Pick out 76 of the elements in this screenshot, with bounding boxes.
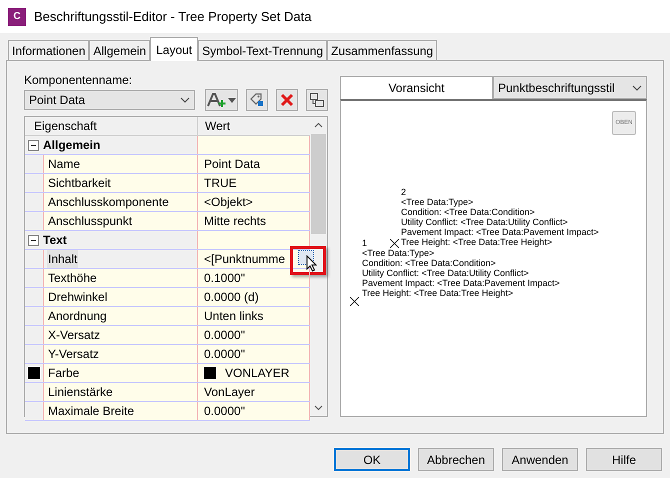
point-number: 2 bbox=[401, 187, 406, 197]
group-title: Allgemein bbox=[43, 137, 100, 154]
collapse-toggle[interactable] bbox=[28, 234, 39, 246]
component-dropdown[interactable]: Point Data bbox=[24, 90, 195, 110]
property-name: Drehwinkel bbox=[47, 289, 108, 306]
property-value: 0.1000" bbox=[204, 270, 245, 287]
stacked-boxes-icon bbox=[309, 92, 326, 108]
chevron-down-icon bbox=[180, 97, 190, 103]
tag-copy-icon bbox=[249, 92, 266, 108]
property-name: Anschlusskomponente bbox=[47, 194, 170, 211]
label-text-line: Pavement Impact: <Tree Data:Pavement Impact> bbox=[401, 227, 599, 237]
property-name: Maximale Breite bbox=[47, 403, 136, 420]
chevron-down-icon bbox=[632, 84, 642, 90]
property-name: Name bbox=[47, 156, 82, 173]
add-text-component-button[interactable] bbox=[204, 89, 238, 111]
label-text-line: Tree Height: <Tree Data:Tree Height> bbox=[362, 288, 514, 298]
mouse-cursor-icon bbox=[306, 255, 318, 272]
property-value: VONLAYER bbox=[225, 365, 290, 382]
point-number: 1 bbox=[362, 238, 368, 248]
scrollbar[interactable] bbox=[310, 117, 327, 416]
property-name: Texthöhe bbox=[47, 270, 98, 287]
dialog-button[interactable]: OK bbox=[334, 448, 410, 471]
tab[interactable]: Layout bbox=[150, 37, 198, 61]
window-title: Beschriftungsstil-Editor - Tree Property Set Data bbox=[34, 8, 312, 26]
label-text-line: Utility Conflict: <Tree Data:Utility Conflict> bbox=[362, 268, 529, 278]
delete-component-button[interactable] bbox=[276, 89, 298, 111]
property-value: Mitte rechts bbox=[204, 213, 266, 230]
dialog-button[interactable]: Anwenden bbox=[502, 448, 578, 471]
preview-tab[interactable]: Voransicht bbox=[340, 76, 493, 99]
label-text-line: Condition: <Tree Data:Condition> bbox=[362, 258, 496, 268]
tab[interactable]: Informationen bbox=[8, 40, 90, 60]
property-value: TRUE bbox=[204, 175, 237, 192]
dropdown-value: Point Data bbox=[29, 92, 86, 109]
dialog-button[interactable]: Hilfe bbox=[586, 448, 662, 471]
property-name: Farbe bbox=[47, 365, 80, 382]
property-value: 0.0000 (d) bbox=[204, 289, 259, 306]
property-name: Sichtbarkeit bbox=[47, 175, 112, 192]
label-text-line: Utility Conflict: <Tree Data:Utility Conflict> bbox=[401, 217, 568, 227]
point-marker-icon bbox=[350, 297, 359, 306]
column-header[interactable]: Wert bbox=[198, 117, 310, 135]
property-value: Point Data bbox=[204, 156, 260, 173]
tab[interactable]: Allgemein bbox=[89, 40, 150, 60]
property-name: Anschlusspunkt bbox=[47, 213, 134, 230]
group-title: Text bbox=[43, 232, 67, 249]
property-name: X-Versatz bbox=[47, 327, 102, 344]
property-name: Linienstärke bbox=[47, 384, 114, 401]
dropdown-value: Punktbeschriftungsstil bbox=[498, 80, 615, 96]
collapse-toggle[interactable] bbox=[28, 140, 39, 150]
label-text-line: Pavement Impact: <Tree Data:Pavement Impact> bbox=[362, 278, 560, 288]
label-text-line: Condition: <Tree Data:Condition> bbox=[401, 207, 535, 217]
column-header[interactable]: Eigenschaft bbox=[25, 117, 198, 135]
letter-plus-icon bbox=[207, 92, 228, 108]
dialog-button[interactable]: Abbrechen bbox=[418, 448, 494, 471]
component-order-button[interactable] bbox=[306, 89, 328, 111]
tab[interactable]: Symbol-Text-Trennung bbox=[198, 40, 328, 60]
delete-icon bbox=[280, 93, 294, 107]
point-marker-icon bbox=[390, 239, 399, 248]
label-text-line: <Tree Data:Type> bbox=[401, 197, 474, 207]
property-value: 0.0000" bbox=[204, 327, 245, 344]
component-name-label: Komponentenname: bbox=[24, 73, 134, 88]
property-value: Unten links bbox=[204, 308, 264, 325]
property-value: VonLayer bbox=[204, 384, 255, 401]
property-value: <[Punktnumme bbox=[204, 251, 286, 268]
style-dropdown[interactable]: Punktbeschriftungsstil bbox=[493, 76, 647, 99]
property-value: 0.0000" bbox=[204, 403, 245, 420]
copy-component-button[interactable] bbox=[246, 89, 268, 111]
property-name: Y-Versatz bbox=[47, 346, 100, 363]
caret-down-icon bbox=[228, 98, 236, 102]
app-icon-letter: C bbox=[13, 12, 21, 22]
tab[interactable]: Zusammenfassung bbox=[327, 40, 438, 60]
label-text-line: <Tree Data:Type> bbox=[362, 248, 434, 258]
property-name: Inhalt bbox=[47, 250, 78, 268]
property-value: 0.0000" bbox=[204, 346, 245, 363]
property-name: Anordnung bbox=[47, 308, 108, 325]
property-value: <Objekt> bbox=[204, 194, 253, 211]
label-text-line: Tree Height: <Tree Data:Tree Height> bbox=[401, 237, 552, 247]
